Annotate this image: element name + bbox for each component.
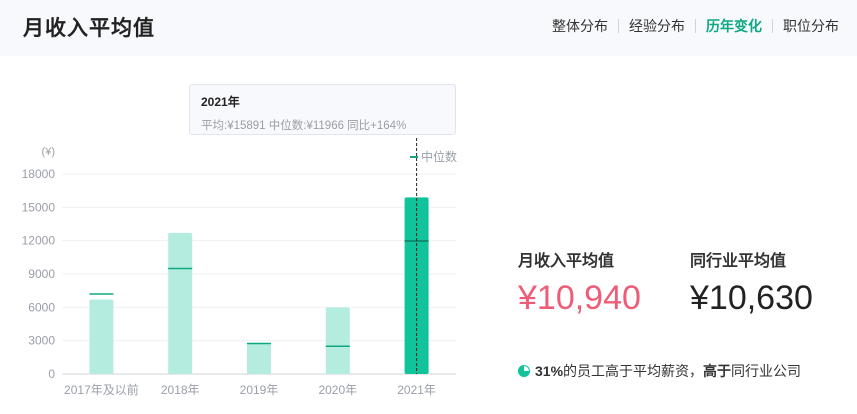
- salary-note: 31% 的员工高于平均薪资， 高于 同行业公司: [518, 361, 801, 381]
- y-tick-label: 3000: [28, 334, 55, 348]
- y-unit-label: (¥): [42, 146, 55, 158]
- tab-divider: [772, 19, 773, 33]
- tooltip-detail: 平均:¥15891 中位数:¥11966 同比+164%: [201, 120, 407, 132]
- tab-position[interactable]: 职位分布: [783, 16, 839, 36]
- bar-average: [247, 342, 271, 374]
- legend-median-label: 中位数: [421, 149, 457, 164]
- note-mid: 的员工高于平均薪资，: [563, 363, 704, 379]
- page-title: 月收入平均值: [23, 17, 155, 40]
- own-average-label: 月收入平均值: [518, 253, 615, 270]
- own-average-stat: 月收入平均值 ¥10,940: [518, 247, 641, 318]
- tab-divider: [618, 19, 619, 33]
- y-tick-label: 9000: [28, 267, 55, 281]
- industry-average-label: 同行业平均值: [690, 253, 787, 270]
- x-tick-label: 2018年: [161, 383, 200, 397]
- tooltip-title: 2021年: [201, 95, 240, 109]
- x-tick-label: 2019年: [240, 383, 279, 397]
- pie-chart-icon: [518, 365, 530, 377]
- y-tick-label: 6000: [28, 300, 55, 314]
- y-tick-label: 15000: [22, 200, 56, 214]
- tab-experience[interactable]: 经验分布: [629, 16, 685, 36]
- bar-average: [325, 307, 350, 374]
- note-emphasis: 高于: [703, 363, 732, 379]
- bar-average: [89, 299, 114, 374]
- header: 月收入平均值 整体分布 经验分布 历年变化 职位分布: [0, 0, 857, 56]
- industry-average-value: ¥10,630: [690, 279, 813, 317]
- bar-average: [168, 232, 193, 374]
- chart-tooltip: 2021年 平均:¥15891 中位数:¥11966 同比+164%: [189, 84, 456, 135]
- x-tick-label: 2021年: [397, 383, 436, 397]
- own-average-value: ¥10,940: [518, 279, 641, 317]
- note-tail: 同行业公司: [731, 363, 802, 379]
- x-tick-label: 2017年及以前: [64, 382, 139, 397]
- note-percent: 31%: [535, 363, 564, 379]
- y-tick-label: 0: [48, 367, 55, 381]
- tab-yearly-change[interactable]: 历年变化: [706, 16, 762, 36]
- x-tick-label: 2020年: [318, 383, 357, 397]
- tab-divider: [695, 19, 696, 33]
- industry-average-stat: 同行业平均值 ¥10,630: [690, 247, 813, 318]
- y-tick-label: 12000: [22, 234, 56, 248]
- tab-overall[interactable]: 整体分布: [552, 16, 608, 36]
- tab-bar: 整体分布 经验分布 历年变化 职位分布: [552, 16, 839, 36]
- y-tick-label: 18000: [22, 167, 56, 181]
